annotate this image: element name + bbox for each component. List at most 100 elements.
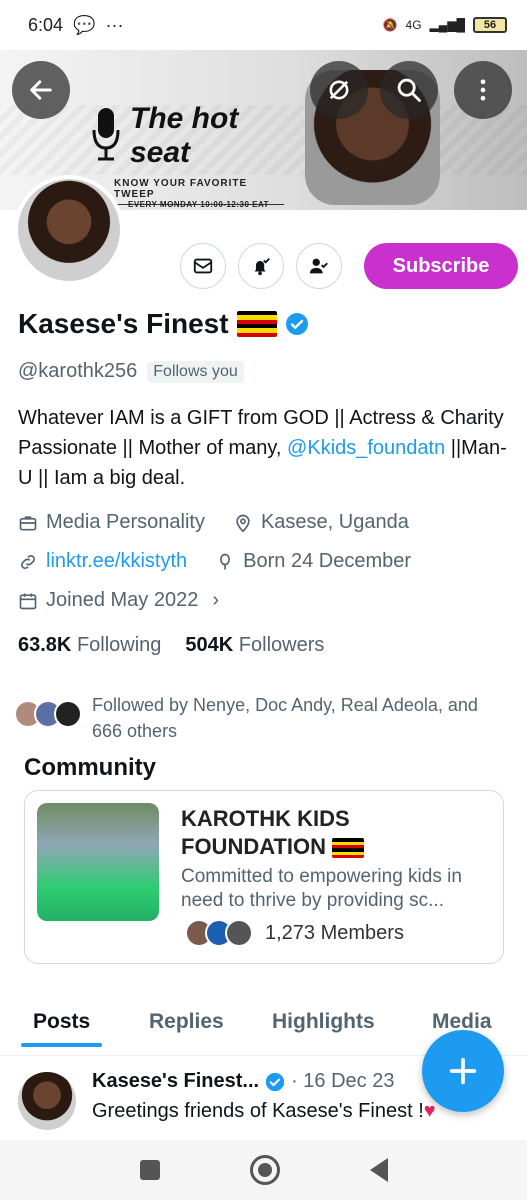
uganda-flag-icon [236,311,277,337]
verified-badge-icon [265,1072,285,1091]
avatar [54,700,82,728]
post-author-name[interactable]: Kasese's Finest... [92,1070,259,1093]
back-arrow-icon [30,80,52,100]
profile-avatar[interactable] [14,175,124,285]
community-description: Committed to empowering kids in need to … [181,866,462,911]
following-stat[interactable]: 63.8K Following [18,634,161,657]
message-icon: 💬 [73,14,96,35]
following-label: Following [76,634,162,656]
balloon-icon [220,553,231,569]
community-heading: Community [24,754,156,781]
post-header: Kasese's Finest... · 16 Dec 23 [92,1070,394,1093]
status-time: 6:04 [28,14,64,35]
birthday: Born 24 December [215,550,411,573]
meta-row-3[interactable]: Joined May 2022 › [18,589,219,612]
following-button[interactable] [296,243,342,289]
grok-icon [329,80,349,100]
joined-date[interactable]: Joined May 2022 › [18,589,219,612]
banner-schedule: EVERY MONDAY 10:00-12:30 EAT [128,200,270,209]
network-type: 4G [405,18,422,32]
website-link[interactable]: linktr.ee/kkistyth [46,550,187,573]
person-check-icon [309,258,328,274]
bio-mention-link[interactable]: @Kkids_foundatn [287,437,445,459]
uganda-flag-icon [332,838,365,859]
tab-highlights[interactable]: Highlights [272,1000,375,1044]
grok-button[interactable] [310,61,368,119]
location: Kasese, Uganda [233,511,409,534]
followers-label: Followers [238,634,325,656]
compose-post-button[interactable] [422,1030,504,1112]
community-photo [37,803,159,921]
system-nav-bar [0,1140,527,1200]
more-options-button[interactable] [454,61,512,119]
post-avatar[interactable] [18,1072,76,1130]
members-count: 1,273 Members [265,921,404,944]
calendar-icon [19,593,37,609]
banner-title-line2: seat [130,136,191,169]
following-count: 63.8K [18,634,72,656]
follow-stats: 63.8K Following 504K Followers [18,634,324,657]
status-left: 6:04 💬 ··· [20,15,123,36]
more-notifications-icon: ··· [105,14,124,35]
post-text-content: Greetings friends of Kasese's Finest ! [92,1100,424,1122]
community-card[interactable]: KAROTHK KIDS FOUNDATION Committed to emp… [24,790,504,964]
mute-icon: 🔕 [382,18,398,32]
location-text: Kasese, Uganda [260,511,409,533]
avatar [225,919,253,947]
microphone-icon [92,108,120,161]
community-members: 1,273 Members [185,919,404,947]
category-text: Media Personality [46,511,205,533]
envelope-icon [193,258,213,274]
tab-posts[interactable]: Posts [20,1000,103,1047]
profile-actions: Subscribe [180,243,518,289]
followed-by[interactable]: Followed by Nenye, Doc Andy, Real Adeola… [14,692,512,744]
community-name-text: KAROTHK KIDS FOUNDATION [181,806,350,859]
handle-row: @karothk256 Follows you [18,360,244,383]
vertical-dots-icon [480,79,486,101]
battery-icon: 56 [473,17,507,33]
post-text: Greetings friends of Kasese's Finest !♥ [92,1100,436,1123]
back-nav-button[interactable] [369,1158,388,1182]
search-button[interactable] [380,61,438,119]
message-button[interactable] [180,243,226,289]
meta-row-1: Media Personality Kasese, Uganda [18,511,409,534]
bell-check-icon [254,258,270,276]
member-avatars [185,919,253,947]
birthday-text: Born 24 December [243,550,412,572]
name-row: Kasese's Finest [18,308,309,340]
back-button[interactable] [12,61,70,119]
home-button[interactable] [249,1155,280,1185]
category: Media Personality [18,511,205,534]
banner-stripe [0,105,527,175]
verified-badge-icon[interactable] [285,312,309,336]
search-icon [397,78,421,102]
meta-row-2: linktr.ee/kkistyth Born 24 December [18,550,411,573]
follows-you-badge: Follows you [147,360,244,383]
tab-replies[interactable]: Replies [149,1000,224,1044]
followed-by-avatars [14,700,82,728]
followers-stat[interactable]: 504K Followers [185,634,324,657]
home-dot-icon [257,1163,272,1177]
signal-icon: ▂▄▆█ [429,18,465,32]
website[interactable]: linktr.ee/kkistyth [18,550,187,573]
briefcase-icon [19,515,37,530]
joined-text: Joined May 2022 [46,589,199,611]
chevron-right-icon: › [212,589,219,611]
status-right: 🔕 4G ▂▄▆█ 56 [383,17,507,33]
banner-title-line1: The hot [130,102,239,135]
followers-count: 504K [185,634,234,656]
banner-title: The hot seat [130,102,238,170]
notifications-button[interactable] [238,243,284,289]
subscribe-button[interactable]: Subscribe [364,243,518,289]
plus-icon [449,1057,477,1085]
recents-button[interactable] [139,1160,160,1180]
location-pin-icon [236,514,250,533]
heart-icon: ♥ [423,1100,436,1122]
followed-by-text: Followed by Nenye, Doc Andy, Real Adeola… [92,695,478,741]
post-date: · 16 Dec 23 [291,1070,395,1092]
username-handle: @karothk256 [18,360,138,382]
display-name: Kasese's Finest [18,308,229,339]
status-bar: 6:04 💬 ··· 🔕 4G ▂▄▆█ 56 [0,0,527,50]
link-icon [21,554,35,569]
community-name: KAROTHK KIDS FOUNDATION [181,805,481,861]
